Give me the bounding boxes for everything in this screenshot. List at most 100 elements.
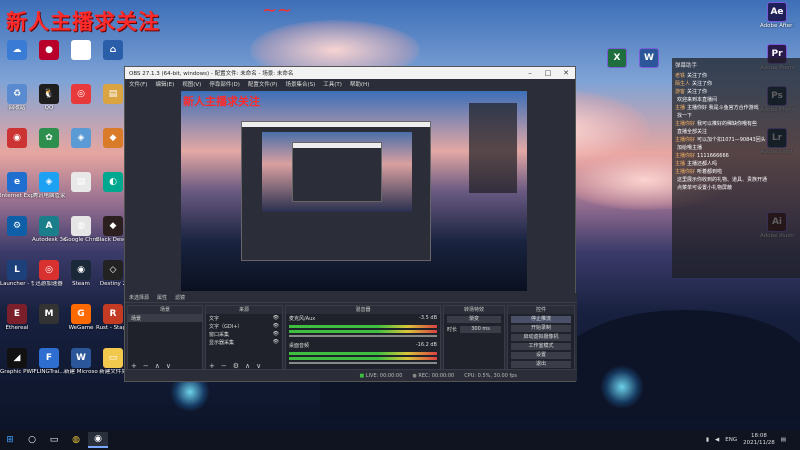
obs-window[interactable]: OBS 27.1.3 (64-bit, windows) - 配置文件: 未命名… bbox=[124, 66, 577, 382]
desktop-icon[interactable]: ♻ 回收站 bbox=[0, 84, 34, 111]
desktop-icon[interactable]: ⚙ bbox=[0, 216, 34, 237]
chat-message: 主播 主播还都人吗 bbox=[672, 160, 800, 168]
source-item-text[interactable]: 文字 👁 bbox=[206, 314, 282, 322]
menu-tools[interactable]: 工具(T) bbox=[323, 80, 342, 88]
source-item-text-gdi[interactable]: 文字（GDI+） 👁 bbox=[206, 322, 282, 330]
no-source-selected: 未选择源 bbox=[129, 295, 150, 301]
mixer-track-mic: 麦克风/Aux bbox=[289, 316, 316, 322]
app-icon: e bbox=[7, 172, 27, 192]
controls-dock: 控件 停止推流 开始录制 启动虚拟摄像机 工作室模式 设置 退出 bbox=[507, 305, 575, 371]
clock[interactable]: 18:08 2021/11/28 bbox=[743, 433, 775, 447]
menu-help[interactable]: 帮助(H) bbox=[350, 80, 369, 88]
desktop-icon[interactable]: ☁ bbox=[0, 40, 34, 61]
desktop-icon-label: Adobe After Effects 2020 bbox=[760, 23, 794, 29]
app-icon: ◍ bbox=[71, 216, 91, 236]
desktop-icon[interactable]: 🐧 QQ bbox=[32, 84, 66, 111]
menu-edit[interactable]: 编辑(E) bbox=[155, 80, 174, 88]
mic-volume-meter bbox=[289, 330, 437, 333]
language-indicator[interactable]: ENG bbox=[725, 437, 737, 443]
stop-streaming-button[interactable]: 停止推流 bbox=[511, 316, 571, 323]
desktop-icon[interactable]: E Ethereal bbox=[0, 304, 34, 331]
exit-button[interactable]: 退出 bbox=[511, 361, 571, 368]
desktop-icon[interactable]: ◍Google Chrome bbox=[64, 216, 98, 243]
chat-username: 老铁 bbox=[675, 73, 686, 79]
desktop-icon-label: 回收站 bbox=[8, 105, 26, 111]
source-item-window-capture[interactable]: 窗口采集 👁 bbox=[206, 330, 282, 338]
scene-item[interactable]: 场景 bbox=[128, 314, 202, 322]
app-icon: A bbox=[39, 216, 59, 236]
close-icon[interactable]: ✕ bbox=[557, 69, 575, 77]
mic-volume-slider[interactable] bbox=[289, 335, 437, 337]
desktop-icon[interactable]: M bbox=[32, 304, 66, 325]
desktop-icon[interactable]: G WeGame bbox=[64, 304, 98, 331]
menu-profile[interactable]: 配置文件(P) bbox=[248, 80, 278, 88]
desktop-icon[interactable]: ◈ 腾讯电脑管家 bbox=[32, 172, 66, 199]
notification-icon[interactable]: ▤ bbox=[781, 437, 786, 443]
desktop-volume-slider[interactable] bbox=[289, 362, 437, 364]
chat-message: 主播 主播你好 我是斗鱼官方合作游戏 bbox=[672, 104, 800, 112]
menu-scene-collection[interactable]: 场景集合(S) bbox=[285, 80, 315, 88]
filters-button[interactable]: 滤镜 bbox=[175, 294, 185, 301]
minimize-icon[interactable]: – bbox=[521, 69, 539, 77]
task-view-icon[interactable]: ▭ bbox=[44, 432, 64, 448]
app-icon: ▤ bbox=[71, 172, 91, 192]
desktop-icon-label: Ethereal bbox=[5, 325, 29, 331]
desktop-icon[interactable]: eInternet Explorer bbox=[0, 172, 34, 199]
preview-banner: 新人主播求关注 bbox=[183, 95, 260, 108]
desktop-icon[interactable]: ▦ bbox=[64, 40, 98, 61]
app-icon: G bbox=[71, 304, 91, 324]
chat-text: 我可以推好的稀缺你哦有些 bbox=[697, 121, 758, 127]
volume-icon[interactable]: ◀ bbox=[715, 437, 719, 443]
desktop-icon[interactable]: ◎ 迅游加速器 bbox=[32, 260, 66, 287]
nested-obs-window bbox=[241, 121, 431, 261]
source-item-display-capture[interactable]: 显示器采集 👁 bbox=[206, 338, 282, 346]
chat-username: 游客 bbox=[675, 89, 686, 95]
menu-file[interactable]: 文件(F) bbox=[129, 80, 147, 88]
desktop-icon[interactable]: ◈ bbox=[64, 128, 98, 149]
desktop-icon[interactable]: ◉ Steam bbox=[64, 260, 98, 287]
network-icon[interactable]: ▮ bbox=[706, 437, 709, 443]
cpu-status: CPU: 0.5%, 30.00 fps bbox=[464, 372, 517, 379]
desktop-icon[interactable]: LLauncher - 快捷方式 bbox=[0, 260, 34, 287]
desktop-icon[interactable]: ◎ bbox=[64, 84, 98, 105]
chat-username: 陌生人 bbox=[675, 81, 691, 87]
desktop-icon[interactable]: ◉ bbox=[0, 128, 34, 149]
menu-docks[interactable]: 停靠部件(D) bbox=[209, 80, 240, 88]
search-icon[interactable]: ○ bbox=[22, 432, 42, 448]
desktop-icon[interactable]: W新建 Microsoft Word 文档 bbox=[64, 348, 98, 375]
chrome-icon[interactable]: ◍ bbox=[66, 432, 86, 448]
mixer-dock-title: 混音器 bbox=[286, 306, 440, 314]
transition-select[interactable]: 渐变 bbox=[447, 316, 501, 323]
mountain-silhouette bbox=[560, 310, 800, 420]
app-icon: ☁ bbox=[7, 40, 27, 60]
desktop-icon[interactable]: ● bbox=[32, 40, 66, 61]
obs-preview-canvas[interactable]: 新人主播求关注 bbox=[181, 91, 527, 291]
desktop-icon[interactable]: ▤ bbox=[64, 172, 98, 193]
properties-button[interactable]: 属性 bbox=[157, 294, 167, 301]
desktop-icon[interactable]: ⌂ bbox=[96, 40, 130, 61]
desktop-icon-label: 腾讯电脑管家 bbox=[32, 193, 66, 199]
desktop-icon-label: WeGame bbox=[68, 325, 94, 331]
desktop-icon[interactable]: W bbox=[632, 48, 666, 69]
studio-mode-button[interactable]: 工作室模式 bbox=[511, 343, 571, 350]
desktop-icon[interactable]: X bbox=[600, 48, 634, 69]
desktop-icon-label: 新建 Microsoft Word 文档 bbox=[64, 369, 98, 375]
obs-menubar: 文件(F) 编辑(E) 视图(V) 停靠部件(D) 配置文件(P) 场景集合(S… bbox=[125, 79, 575, 88]
obs-titlebar[interactable]: OBS 27.1.3 (64-bit, windows) - 配置文件: 未命名… bbox=[125, 67, 575, 79]
menu-view[interactable]: 视图(V) bbox=[182, 80, 201, 88]
duration-input[interactable]: 300 ms bbox=[460, 326, 501, 333]
chat-username: 主播你好 bbox=[675, 121, 696, 127]
obs-icon[interactable]: ◉ bbox=[88, 432, 108, 448]
danmaku-chat-panel[interactable]: 弹幕助手 老铁 关注了你 陌生人 关注了你 游客 关注了你 欢迎来到本直播间 主播 主播你好 我… bbox=[672, 58, 800, 278]
settings-button[interactable]: 设置 bbox=[511, 352, 571, 359]
start-virtual-camera-button[interactable]: 启动虚拟摄像机 bbox=[511, 334, 571, 341]
desktop-icon[interactable]: ◢Graphic PWR Gaming bbox=[0, 348, 34, 375]
maximize-icon[interactable]: □ bbox=[539, 69, 557, 77]
desktop-icon[interactable]: AeAdobe After Effects 2020 bbox=[760, 2, 794, 29]
app-icon: ◎ bbox=[39, 260, 59, 280]
desktop-icon[interactable]: F FLINGTrai... bbox=[32, 348, 66, 375]
start-recording-button[interactable]: 开始录制 bbox=[511, 325, 571, 332]
desktop-icon[interactable]: ✿ bbox=[32, 128, 66, 149]
desktop-icon[interactable]: AAutodesk 3ds Max bbox=[32, 216, 66, 243]
windows-icon[interactable]: ⊞ bbox=[0, 432, 20, 448]
